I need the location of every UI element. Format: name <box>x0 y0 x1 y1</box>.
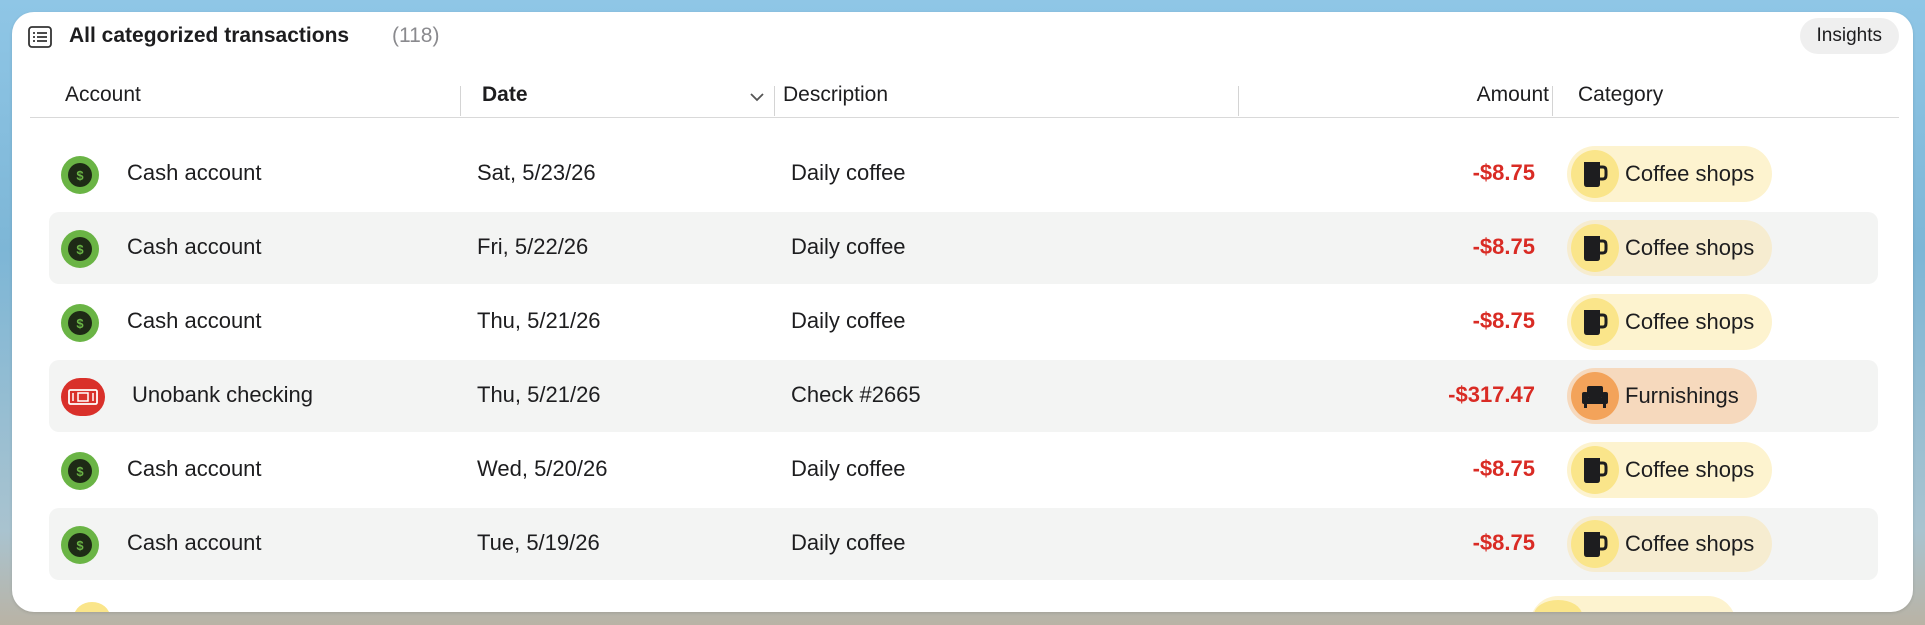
title-bar: All categorized transactions (118) Insig… <box>12 12 1913 62</box>
page-title: All categorized transactions <box>69 24 350 47</box>
table-row[interactable]: $ Cash account Wed, 5/20/26 Daily coffee… <box>49 434 1878 506</box>
coffee-mug-icon <box>1571 150 1619 198</box>
transaction-description: Daily coffee <box>791 456 906 481</box>
column-divider[interactable] <box>774 86 775 116</box>
account-name: Cash account <box>127 234 262 259</box>
chevron-down-icon[interactable] <box>749 91 765 103</box>
transaction-description: Daily coffee <box>791 530 906 555</box>
transaction-amount: -$317.47 <box>1448 382 1535 407</box>
transaction-description: Daily coffee <box>791 160 906 185</box>
partial-row-account-icon <box>74 602 110 612</box>
transactions-window: All categorized transactions (118) Insig… <box>12 12 1913 612</box>
coffee-mug-icon <box>1571 298 1619 346</box>
column-header-account[interactable]: Account <box>65 72 141 118</box>
transaction-amount: -$8.75 <box>1472 160 1535 185</box>
list-icon <box>28 26 52 48</box>
category-pill[interactable]: Coffee shops <box>1567 220 1773 276</box>
account-name: Cash account <box>127 308 262 333</box>
column-divider[interactable] <box>460 86 461 116</box>
transaction-description: Check #2665 <box>791 382 921 407</box>
coffee-mug-icon <box>1571 446 1619 494</box>
coffee-mug-icon <box>1571 520 1619 568</box>
armchair-icon <box>1571 372 1619 420</box>
coffee-mug-icon <box>1571 224 1619 272</box>
transaction-amount: -$8.75 <box>1472 456 1535 481</box>
transaction-date: Sat, 5/23/26 <box>477 160 596 185</box>
column-header-date[interactable]: Date <box>482 72 528 118</box>
column-header-category[interactable]: Category <box>1578 72 1663 118</box>
category-label: Coffee shops <box>1625 161 1755 186</box>
transaction-date: Tue, 5/19/26 <box>477 530 600 555</box>
transaction-amount: -$8.75 <box>1472 234 1535 259</box>
table-row[interactable]: $ Cash account Thu, 5/21/26 Daily coffee… <box>49 286 1878 358</box>
transaction-amount: -$8.75 <box>1472 308 1535 333</box>
category-label: Coffee shops <box>1625 235 1755 260</box>
cash-icon: $ <box>61 304 99 342</box>
insights-button[interactable]: Insights <box>1799 18 1899 54</box>
transaction-count: (118) <box>392 24 440 47</box>
transaction-amount: -$8.75 <box>1472 530 1535 555</box>
category-pill[interactable]: Coffee shops <box>1567 516 1773 572</box>
column-divider[interactable] <box>1552 86 1553 116</box>
column-divider[interactable] <box>1238 86 1239 116</box>
category-label: Coffee shops <box>1625 457 1755 482</box>
transaction-description: Daily coffee <box>791 234 906 259</box>
table-header: Account Date Description Amount Category <box>30 72 1899 118</box>
table-row[interactable]: Unobank checking Thu, 5/21/26 Check #266… <box>49 360 1878 432</box>
category-label: Coffee shops <box>1625 531 1755 556</box>
column-header-amount[interactable]: Amount <box>1423 72 1549 118</box>
table-row[interactable]: $ Cash account Sat, 5/23/26 Daily coffee… <box>49 138 1878 210</box>
account-name: Cash account <box>127 530 262 555</box>
transaction-date: Thu, 5/21/26 <box>477 382 601 407</box>
table-row[interactable]: $ Cash account Fri, 5/22/26 Daily coffee… <box>49 212 1878 284</box>
cash-icon: $ <box>61 230 99 268</box>
category-label: Furnishings <box>1625 383 1739 408</box>
column-header-description[interactable]: Description <box>783 72 888 118</box>
category-pill[interactable]: Furnishings <box>1567 368 1757 424</box>
category-pill[interactable]: Coffee shops <box>1567 442 1773 498</box>
cash-icon: $ <box>61 526 99 564</box>
category-pill[interactable]: Coffee shops <box>1567 146 1773 202</box>
account-name: Unobank checking <box>132 382 314 407</box>
cash-icon: $ <box>61 156 99 194</box>
category-label: Coffee shops <box>1625 309 1755 334</box>
transaction-description: Daily coffee <box>791 308 906 333</box>
account-name: Cash account <box>127 160 262 185</box>
transaction-date: Fri, 5/22/26 <box>477 234 589 259</box>
table-row[interactable]: $ Cash account Tue, 5/19/26 Daily coffee… <box>49 508 1878 580</box>
bank-check-icon <box>61 378 105 416</box>
transaction-date: Wed, 5/20/26 <box>477 456 608 481</box>
transaction-date: Thu, 5/21/26 <box>477 308 601 333</box>
account-name: Cash account <box>127 456 262 481</box>
cash-icon: $ <box>61 452 99 490</box>
category-pill[interactable]: Coffee shops <box>1567 294 1773 350</box>
